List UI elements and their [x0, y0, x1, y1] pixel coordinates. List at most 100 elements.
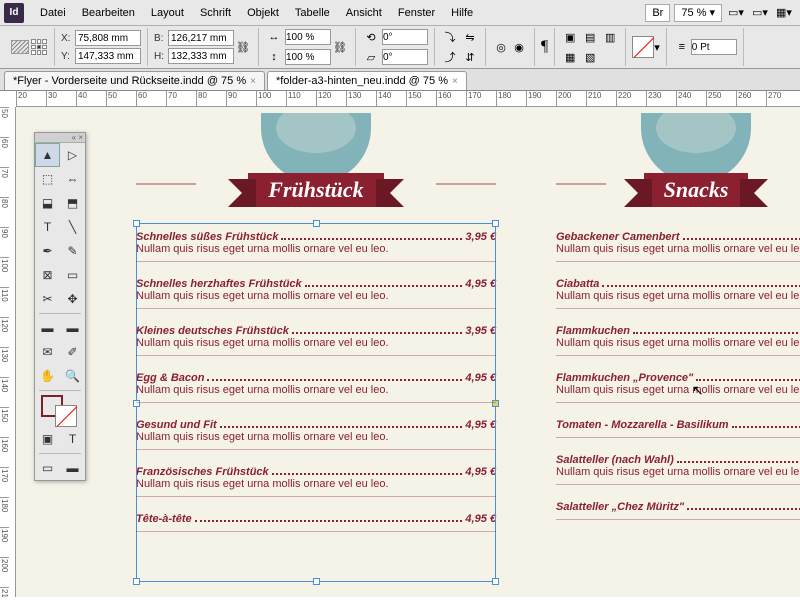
handle[interactable] — [492, 578, 499, 585]
handle[interactable] — [133, 220, 140, 227]
rectangle-frame-tool[interactable]: ⊠ — [35, 263, 60, 287]
wrap-4-icon[interactable]: ▦ — [561, 48, 579, 66]
zoom-value: 75 % — [681, 7, 706, 19]
paragraph-p-icon[interactable]: ¶ — [541, 38, 548, 56]
fill-swatch[interactable] — [632, 36, 654, 58]
menu-entry: Kleines deutsches Frühstück3,95 € Nullam… — [136, 325, 496, 356]
menu-bearbeiten[interactable]: Bearbeiten — [74, 3, 143, 23]
eyedropper-tool[interactable]: ✐ — [60, 340, 85, 364]
menu-column-right: Snacks Gebackener Camenbert Nullam quis … — [556, 113, 800, 536]
page-tool[interactable]: ⬚ — [35, 167, 60, 191]
flip-v-icon[interactable]: ⇵ — [461, 48, 479, 66]
w-field[interactable] — [168, 30, 234, 46]
gap-tool[interactable]: ⇔ — [60, 167, 85, 191]
shear-icon: ▱ — [362, 48, 380, 66]
handle[interactable] — [313, 578, 320, 585]
document-canvas[interactable]: Frühstück Schnelles süßes Frühstück3,95 … — [16, 107, 800, 597]
arrange-icon[interactable]: ▦▾ — [774, 4, 794, 22]
ruler-vertical[interactable]: 5060708090100110120130140150160170180190… — [0, 107, 16, 597]
wrap-2-icon[interactable]: ▤ — [581, 28, 599, 46]
view-options-icon[interactable]: ▭▾ — [726, 4, 746, 22]
bridge-button[interactable]: Br — [645, 4, 670, 22]
dot-leader — [732, 426, 800, 428]
dot-leader — [207, 379, 462, 381]
close-icon[interactable]: × — [250, 76, 256, 87]
note-tool[interactable]: ✉ — [35, 340, 60, 364]
pen-tool[interactable]: ✒ — [35, 239, 60, 263]
gradient-swatch-tool[interactable]: ▬ — [35, 316, 60, 340]
handle[interactable] — [313, 220, 320, 227]
menu-datei[interactable]: Datei — [32, 3, 74, 23]
menu-schrift[interactable]: Schrift — [192, 3, 239, 23]
pencil-tool[interactable]: ✎ — [60, 239, 85, 263]
shear-field[interactable] — [382, 49, 428, 65]
menu-hilfe[interactable]: Hilfe — [443, 3, 481, 23]
selection-tool[interactable]: ▲ — [35, 143, 60, 167]
divider-line — [556, 183, 606, 185]
direct-selection-tool[interactable]: ▷ — [60, 143, 85, 167]
dot-leader — [195, 520, 463, 522]
wrap-1-icon[interactable]: ▣ — [561, 28, 579, 46]
scissors-tool[interactable]: ✂ — [35, 287, 60, 311]
type-tool[interactable]: T — [35, 215, 60, 239]
menu-ansicht[interactable]: Ansicht — [338, 3, 390, 23]
dot-leader — [281, 238, 462, 240]
content-collector-tool[interactable]: ⬓ — [35, 191, 60, 215]
close-icon[interactable]: × — [452, 76, 458, 87]
entry-name: Ciabatta — [556, 278, 599, 290]
zoom-level[interactable]: 75 % ▾ — [674, 4, 722, 22]
toolbox-header[interactable]: « × — [35, 133, 85, 143]
document-tab[interactable]: *Flyer - Vorderseite und Rückseite.indd … — [4, 71, 265, 90]
fill-stroke-swatch[interactable] — [35, 393, 85, 427]
rotate-field[interactable] — [382, 29, 428, 45]
document-tab[interactable]: *folder-a3-hinten_neu.indd @ 75 %× — [267, 71, 467, 90]
divider-line — [136, 496, 496, 497]
apply-text-icon[interactable]: T — [60, 427, 85, 451]
reference-point[interactable] — [30, 38, 48, 56]
content-placer-tool[interactable]: ⬒ — [60, 191, 85, 215]
wrap-3-icon[interactable]: ▥ — [601, 28, 619, 46]
h-field[interactable] — [168, 48, 234, 64]
wrap-5-icon[interactable]: ▧ — [581, 48, 599, 66]
text-frame-right[interactable]: Gebackener Camenbert Nullam quis risus e… — [556, 231, 800, 520]
app-logo: Id — [4, 3, 24, 23]
entry-desc: Nullam quis risus eget urna mollis ornar… — [136, 384, 496, 396]
gradient-feather-tool[interactable]: ▬ — [60, 316, 85, 340]
rotate-ccw-icon[interactable]: ⤴ — [441, 48, 459, 66]
free-transform-tool[interactable]: ✥ — [60, 287, 85, 311]
toolbox[interactable]: « × ▲ ▷ ⬚ ⇔ ⬓ ⬒ T ╲ ✒ ✎ ⊠ ▭ ✂ ✥ ▬ ▬ ✉ ✐ … — [34, 132, 86, 481]
handle[interactable] — [492, 220, 499, 227]
constrain-scale-icon[interactable]: ⛓ — [331, 38, 349, 56]
apply-container-icon[interactable]: ▣ — [35, 427, 60, 451]
menu-objekt[interactable]: Objekt — [239, 3, 287, 23]
menu-tabelle[interactable]: Tabelle — [287, 3, 338, 23]
container-select-icon[interactable]: ◎ — [492, 38, 510, 56]
y-label: Y: — [61, 51, 73, 62]
y-field[interactable] — [75, 48, 141, 64]
x-field[interactable] — [75, 30, 141, 46]
rotate-cw-icon[interactable]: ⤵ — [441, 28, 459, 46]
flip-h-icon[interactable]: ⇋ — [461, 28, 479, 46]
entry-desc: Nullam quis risus eget urna mollis ornar… — [136, 478, 496, 490]
rectangle-tool[interactable]: ▭ — [60, 263, 85, 287]
line-tool[interactable]: ╲ — [60, 215, 85, 239]
menu-layout[interactable]: Layout — [143, 3, 192, 23]
ruler-horizontal[interactable]: 2030405060708090100110120130140150160170… — [16, 91, 800, 107]
handle[interactable] — [133, 578, 140, 585]
menu-fenster[interactable]: Fenster — [390, 3, 443, 23]
scale-x-field[interactable] — [285, 29, 331, 45]
scale-x-icon: ↔ — [265, 28, 283, 46]
x-label: X: — [61, 33, 73, 44]
hand-tool[interactable]: ✋ — [35, 364, 60, 388]
stroke-field[interactable] — [691, 39, 737, 55]
scale-y-field[interactable] — [285, 49, 331, 65]
mode-normal-icon[interactable]: ▭ — [35, 456, 60, 480]
zoom-tool[interactable]: 🔍 — [60, 364, 85, 388]
screen-mode-icon[interactable]: ▭▾ — [750, 4, 770, 22]
text-frame-selected[interactable]: Schnelles süßes Frühstück3,95 € Nullam q… — [136, 231, 496, 532]
content-select-icon[interactable]: ◉ — [510, 38, 528, 56]
fill-dropdown-icon[interactable]: ▾ — [654, 41, 660, 54]
constrain-wh-icon[interactable]: ⛓ — [234, 38, 252, 56]
menu-entry: Salatteller (nach Wahl) Nullam quis risu… — [556, 454, 800, 485]
mode-preview-icon[interactable]: ▬ — [60, 456, 85, 480]
